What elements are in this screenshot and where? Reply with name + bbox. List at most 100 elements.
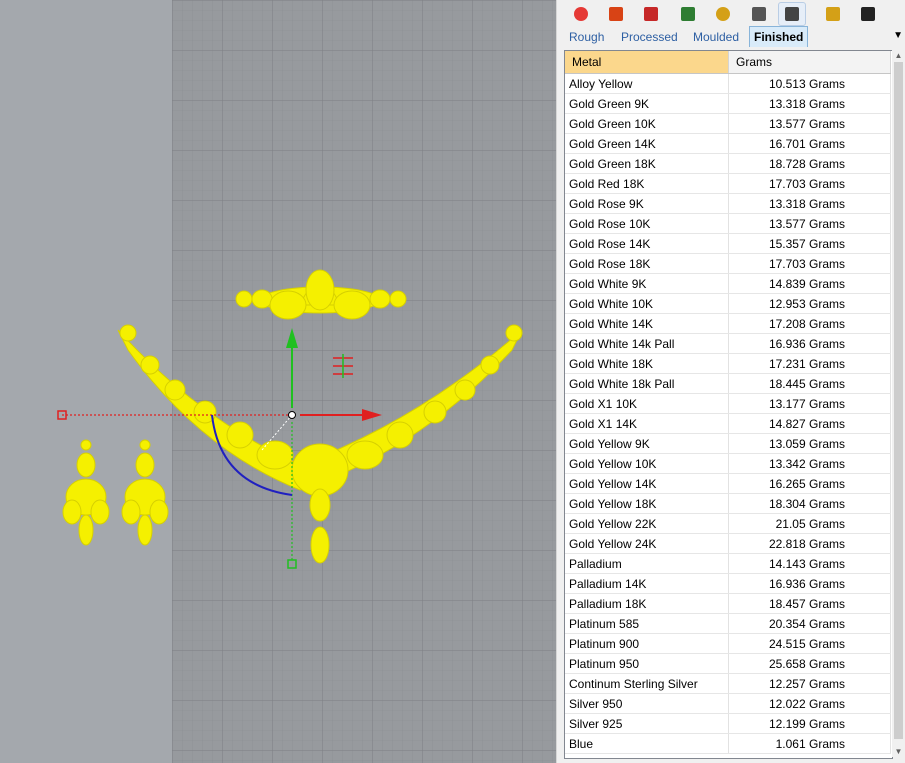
rg-logo-icon[interactable] [679, 5, 697, 23]
table-row[interactable]: Blue 1.061 Grams [565, 733, 891, 754]
grams-cell: 15.357 Grams [728, 233, 891, 254]
metal-cell: Gold White 18k Pall [565, 373, 729, 394]
3d-viewport[interactable] [0, 0, 556, 763]
table-row[interactable]: Gold Rose 10K 13.577 Grams [565, 213, 891, 234]
table-row[interactable]: Gold Rose 18K 17.703 Grams [565, 253, 891, 274]
metal-cell: Gold Yellow 24K [565, 533, 729, 554]
metal-cell: Gold X1 14K [565, 413, 729, 434]
grams-cell: 21.05 Grams [728, 513, 891, 534]
table-row[interactable]: Gold Green 10K 13.577 Grams [565, 113, 891, 134]
table-row[interactable]: Gold Yellow 24K 22.818 Grams [565, 533, 891, 554]
metal-cell: Palladium 14K [565, 573, 729, 594]
weight-scale-icon-glyph [785, 7, 799, 21]
table-row[interactable]: Gold Yellow 22K 21.05 Grams [565, 513, 891, 534]
table-row[interactable]: Gold Green 18K 18.728 Grams [565, 153, 891, 174]
grams-cell: 12.199 Grams [728, 713, 891, 734]
gizmo-center [288, 411, 296, 419]
tab-processed[interactable]: Processed [619, 27, 680, 47]
scroll-up-icon[interactable]: ▲ [893, 51, 904, 60]
weight-tabs: Rough Processed Moulded Finished [562, 26, 905, 48]
table-row[interactable]: Platinum 900 24.515 Grams [565, 633, 891, 654]
table-row[interactable]: Gold White 10K 12.953 Grams [565, 293, 891, 314]
table-row[interactable]: Continum Sterling Silver 12.257 Grams [565, 673, 891, 694]
table-row[interactable]: Palladium 14K 16.936 Grams [565, 573, 891, 594]
gold-bars-icon[interactable] [824, 5, 842, 23]
metal-cell: Platinum 950 [565, 653, 729, 674]
tab-dropdown-icon[interactable]: ▼ [893, 30, 903, 41]
table-row[interactable]: Gold Yellow 10K 13.342 Grams [565, 453, 891, 474]
table-row[interactable]: Alloy Yellow 10.513 Grams [565, 73, 891, 94]
grams-cell: 13.577 Grams [728, 113, 891, 134]
metal-weight-table: Metal Grams Alloy Yellow 10.513 Grams Gold… [564, 50, 893, 759]
table-row[interactable]: Palladium 18K 18.457 Grams [565, 593, 891, 614]
grams-cell: 10.513 Grams [728, 73, 891, 94]
grams-cell: 14.839 Grams [728, 273, 891, 294]
tab-finished[interactable]: Finished [749, 26, 809, 47]
scroll-down-icon[interactable]: ▼ [893, 747, 904, 756]
table-row[interactable]: Gold White 9K 14.839 Grams [565, 273, 891, 294]
metal-cell: Blue [565, 733, 729, 754]
grams-cell: 14.827 Grams [728, 413, 891, 434]
grams-cell: 13.577 Grams [728, 213, 891, 234]
table-row[interactable]: Gold Rose 9K 13.318 Grams [565, 193, 891, 214]
grams-cell: 18.445 Grams [728, 373, 891, 394]
grams-cell: 18.728 Grams [728, 153, 891, 174]
metal-cell: Gold White 14K [565, 313, 729, 334]
table-row[interactable]: Gold X1 14K 14.827 Grams [565, 413, 891, 434]
table-row[interactable]: Gold White 18k Pall 18.445 Grams [565, 373, 891, 394]
weight-scale-icon[interactable] [778, 2, 806, 26]
metal-cell: Gold Green 18K [565, 153, 729, 174]
table-row[interactable]: Gold White 14k Pall 16.936 Grams [565, 333, 891, 354]
vertical-scrollbar[interactable]: ▲ ▼ [892, 50, 905, 757]
table-row[interactable]: Silver 925 12.199 Grams [565, 713, 891, 734]
grams-cell: 20.354 Grams [728, 613, 891, 634]
monitor-icon-glyph [861, 7, 875, 21]
table-row[interactable]: Platinum 585 20.354 Grams [565, 613, 891, 634]
color-wheel-icon[interactable] [572, 5, 590, 23]
gold-sphere-icon[interactable] [714, 5, 732, 23]
grams-cell: 18.304 Grams [728, 493, 891, 514]
grams-cell: 12.953 Grams [728, 293, 891, 314]
table-row[interactable]: Gold Green 14K 16.701 Grams [565, 133, 891, 154]
table-row[interactable]: Gold Rose 14K 15.357 Grams [565, 233, 891, 254]
metal-cell: Gold Yellow 18K [565, 493, 729, 514]
grams-column-header[interactable]: Grams [728, 51, 891, 74]
metal-cell: Gold Green 9K [565, 93, 729, 114]
tab-moulded[interactable]: Moulded [691, 27, 741, 47]
metal-cell: Gold Green 14K [565, 133, 729, 154]
table-row[interactable]: Gold Yellow 14K 16.265 Grams [565, 473, 891, 494]
metal-cell: Gold Green 10K [565, 113, 729, 134]
grams-cell: 25.658 Grams [728, 653, 891, 674]
table-row[interactable]: Silver 950 12.022 Grams [565, 693, 891, 714]
table-row[interactable]: Gold X1 10K 13.177 Grams [565, 393, 891, 414]
table-row[interactable]: Gold Red 18K 17.703 Grams [565, 173, 891, 194]
table-row[interactable]: Gold Yellow 18K 18.304 Grams [565, 493, 891, 514]
grams-cell: 17.703 Grams [728, 253, 891, 274]
table-row[interactable]: Gold Yellow 9K 13.059 Grams [565, 433, 891, 454]
table-row[interactable]: Palladium 14.143 Grams [565, 553, 891, 574]
viewport-canvas [57, 0, 556, 763]
scroll-thumb[interactable] [894, 62, 903, 739]
rg-logo-icon-glyph [681, 7, 695, 21]
grams-cell: 13.059 Grams [728, 433, 891, 454]
grams-cell: 17.208 Grams [728, 313, 891, 334]
table-row[interactable]: Gold White 14K 17.208 Grams [565, 313, 891, 334]
paint-bucket-icon[interactable] [607, 5, 625, 23]
metal-cell: Silver 950 [565, 693, 729, 714]
brush-icon[interactable] [642, 5, 660, 23]
metal-cell: Gold Rose 10K [565, 213, 729, 234]
metal-cell: Gold Red 18K [565, 173, 729, 194]
metal-cell: Gold White 14k Pall [565, 333, 729, 354]
table-row[interactable]: Gold White 18K 17.231 Grams [565, 353, 891, 374]
metal-column-header[interactable]: Metal [565, 51, 729, 74]
metal-cell: Gold White 9K [565, 273, 729, 294]
stopwatch-icon[interactable] [750, 5, 768, 23]
monitor-icon[interactable] [859, 5, 877, 23]
grams-cell: 24.515 Grams [728, 633, 891, 654]
table-row[interactable]: Gold Green 9K 13.318 Grams [565, 93, 891, 114]
table-row[interactable]: Platinum 950 25.658 Grams [565, 653, 891, 674]
grams-cell: 14.143 Grams [728, 553, 891, 574]
gold-bars-icon-glyph [826, 7, 840, 21]
metal-cell: Gold Rose 14K [565, 233, 729, 254]
tab-rough[interactable]: Rough [567, 27, 606, 47]
